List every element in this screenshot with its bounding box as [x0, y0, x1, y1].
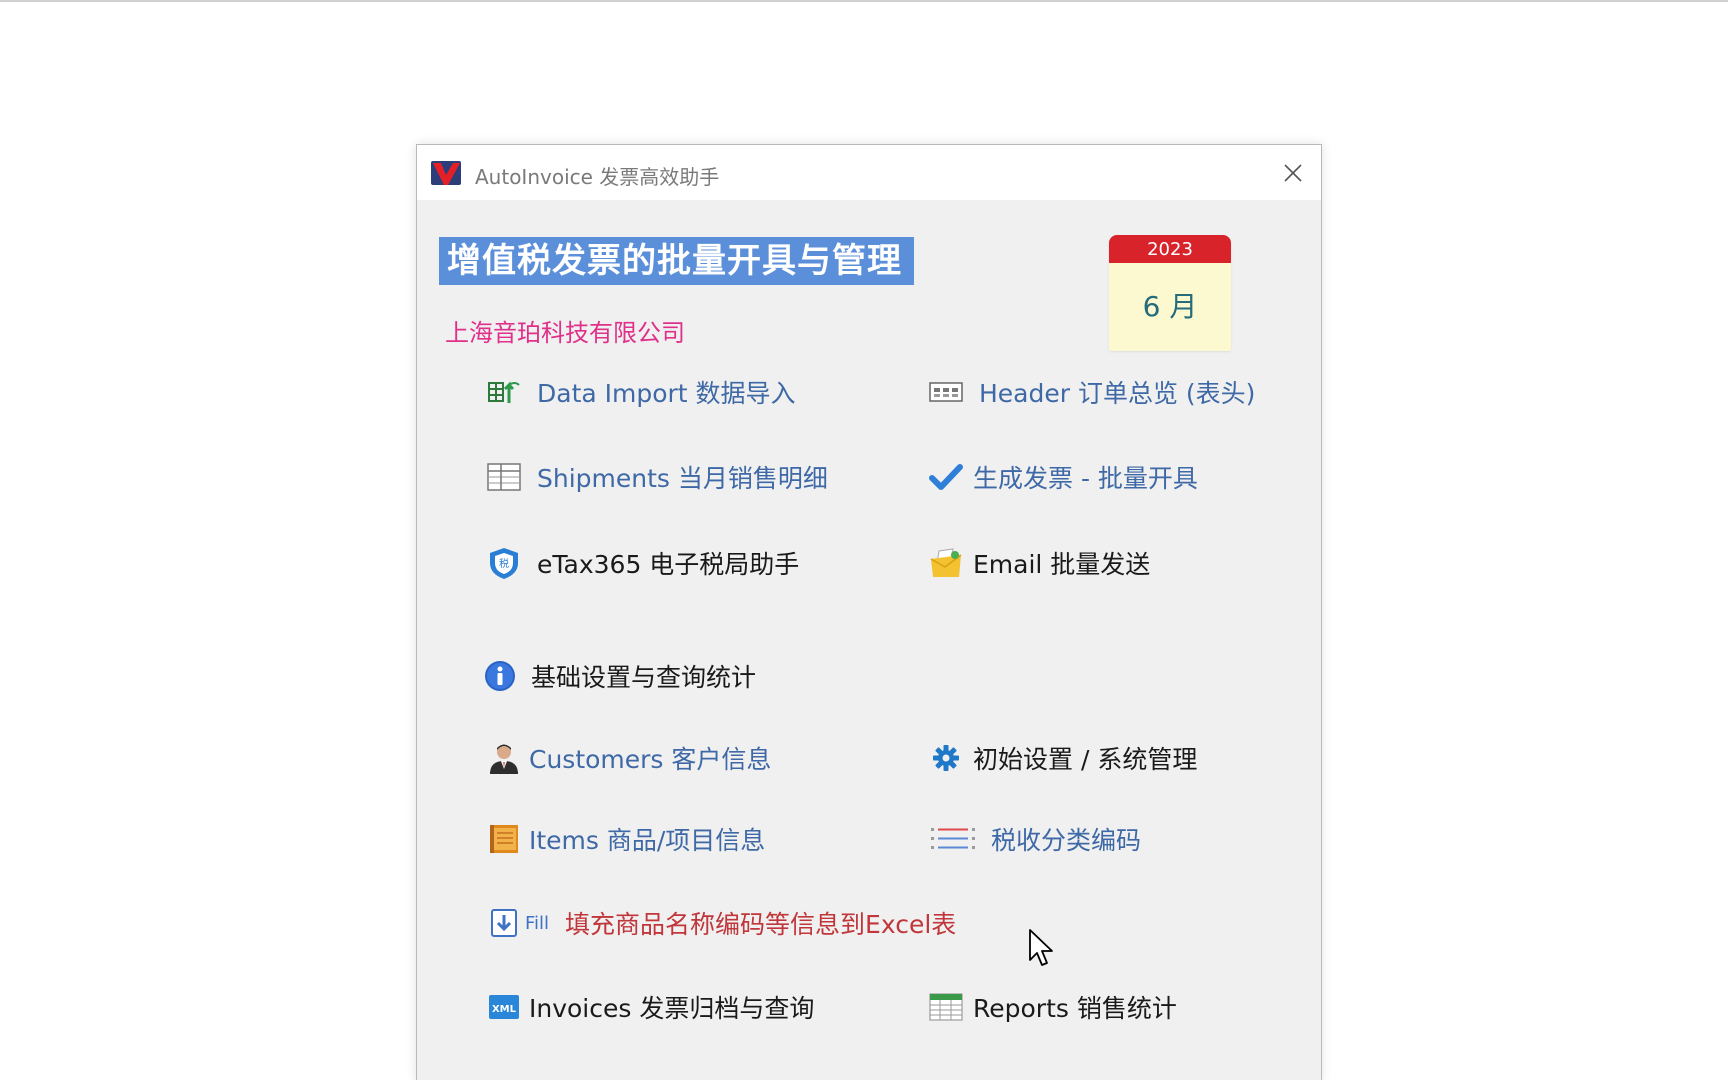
list-icon: [929, 822, 977, 856]
notebook-icon: [487, 822, 521, 856]
svg-text:税: 税: [499, 557, 509, 570]
menu-reports[interactable]: Reports 销售统计: [929, 987, 1177, 1027]
menu-etax-label: eTax365 电子税局助手: [537, 550, 800, 579]
menu-email[interactable]: Email 批量发送: [929, 543, 1150, 583]
menu-etax[interactable]: 税 eTax365 电子税局助手: [487, 543, 799, 583]
mouse-cursor-icon: [1029, 929, 1053, 966]
menu-initial-settings[interactable]: 初始设置 / 系统管理: [929, 738, 1197, 778]
person-avatar-icon: [487, 741, 521, 775]
folder-mail-icon: [929, 546, 963, 580]
menu-customers-label: Customers 客户信息: [529, 745, 772, 774]
menu-customers[interactable]: Customers 客户信息: [487, 738, 771, 778]
svg-text:XML: XML: [492, 1004, 517, 1015]
download-arrow-icon: [487, 906, 521, 940]
menu-tax-codes[interactable]: 税收分类编码: [929, 819, 1141, 859]
menu-header-overview-label: Header 订单总览 (表头): [979, 379, 1256, 408]
menu-items-label: Items 商品/项目信息: [529, 826, 766, 855]
shield-icon: 税: [487, 546, 521, 580]
menu-generate-invoice[interactable]: 生成发票 - 批量开具: [929, 457, 1198, 497]
table-report-icon: [929, 990, 963, 1024]
menu-reports-label: Reports 销售统计: [973, 994, 1177, 1023]
window-title: AutoInvoice 发票高效助手: [475, 165, 720, 189]
menu-data-import-label: Data Import 数据导入: [537, 379, 796, 408]
menu-items[interactable]: Items 商品/项目信息: [487, 819, 765, 859]
menu-initial-settings-label: 初始设置 / 系统管理: [973, 745, 1198, 774]
menu-email-label: Email 批量发送: [973, 550, 1151, 579]
close-button[interactable]: [1275, 155, 1311, 191]
fill-badge: Fill: [525, 912, 550, 934]
table-import-icon: [487, 375, 521, 409]
company-name: 上海音珀科技有限公司: [445, 319, 685, 347]
menu-tax-codes-label: 税收分类编码: [991, 826, 1142, 855]
menu-shipments-label: Shipments 当月销售明细: [537, 464, 828, 493]
app-window: AutoInvoice 发票高效助手 增值税发票的批量开具与管理 上海音珀科技有…: [416, 144, 1322, 1080]
menu-fill-excel-label: 填充商品名称编码等信息到Excel表: [565, 910, 957, 939]
menu-invoices-label: Invoices 发票归档与查询: [529, 994, 815, 1023]
checkmark-icon: [929, 460, 963, 494]
info-icon: [483, 659, 517, 693]
menu-fill-excel[interactable]: Fill 填充商品名称编码等信息到Excel表: [487, 903, 956, 943]
title-bar[interactable]: AutoInvoice 发票高效助手: [417, 145, 1321, 200]
spreadsheet-grid-icon: [487, 460, 521, 494]
keyboard-grid-icon: [929, 375, 963, 409]
menu-invoices[interactable]: XML Invoices 发票归档与查询: [487, 987, 814, 1027]
close-icon: [1284, 164, 1302, 182]
calendar-year: 2023: [1109, 235, 1231, 263]
calendar-widget: 2023 6 月: [1109, 235, 1231, 351]
calendar-month: 6 月: [1142, 290, 1198, 323]
section-basic-settings-label: 基础设置与查询统计: [531, 663, 757, 692]
menu-shipments[interactable]: Shipments 当月销售明细: [487, 457, 828, 497]
section-basic-settings: 基础设置与查询统计: [483, 656, 756, 696]
xml-file-icon: XML: [487, 990, 521, 1024]
menu-header-overview[interactable]: Header 订单总览 (表头): [929, 372, 1255, 412]
menu-data-import[interactable]: Data Import 数据导入: [487, 372, 796, 412]
desktop: AutoInvoice 发票高效助手 增值税发票的批量开具与管理 上海音珀科技有…: [0, 0, 1728, 1080]
gear-icon: [929, 741, 963, 775]
autoinvoice-logo-icon: [431, 161, 461, 185]
menu-generate-invoice-label: 生成发票 - 批量开具: [973, 464, 1198, 493]
main-title: 增值税发票的批量开具与管理: [439, 237, 914, 285]
